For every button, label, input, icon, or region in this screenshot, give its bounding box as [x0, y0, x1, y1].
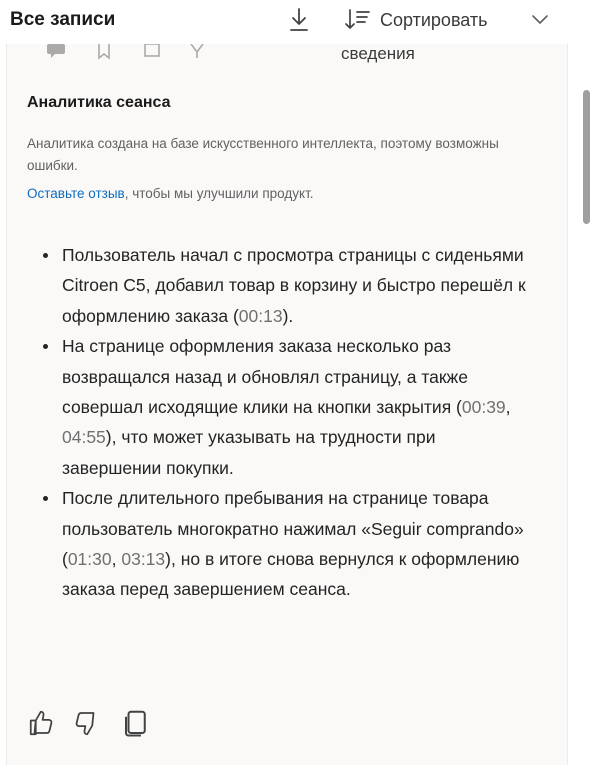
list-item: После длительного пребывания на странице… — [37, 483, 537, 605]
list-item: Пользователь начал с просмотра страницы … — [37, 240, 537, 331]
feedback-link[interactable]: Оставьте отзыв — [27, 186, 125, 201]
sort-button[interactable]: Сортировать — [344, 6, 488, 34]
share-icon[interactable] — [144, 43, 160, 57]
bullet-icon — [43, 496, 48, 502]
feedback-rest: , чтобы мы улучшили продукт. — [124, 186, 314, 201]
page-title: Все записи — [10, 9, 116, 30]
timestamp-link[interactable]: 01:30 — [68, 549, 112, 569]
thumbs-down-icon[interactable] — [71, 708, 101, 738]
bookmark-icon[interactable] — [98, 42, 110, 60]
bullet-icon — [43, 344, 48, 350]
summary-list: Пользователь начал с просмотра страницы … — [37, 240, 537, 605]
chevron-down-icon[interactable] — [528, 10, 552, 30]
person-icon[interactable] — [190, 43, 204, 58]
thumbs-up-icon[interactable] — [27, 708, 57, 738]
scrollbar[interactable] — [576, 44, 598, 765]
chat-icon[interactable] — [47, 44, 65, 58]
timestamp-link[interactable]: 00:39 — [462, 397, 506, 417]
feedback-line: Оставьте отзыв, чтобы мы улучшили продук… — [27, 186, 314, 201]
ai-disclaimer: Аналитика создана на базе искусственного… — [27, 136, 499, 173]
copy-icon[interactable] — [121, 708, 151, 738]
timestamp-link[interactable]: 04:55 — [62, 427, 106, 447]
cut-off-label: сведения — [341, 44, 415, 63]
timestamp-link[interactable]: 00:13 — [239, 306, 283, 326]
timestamp-link[interactable]: 03:13 — [121, 549, 165, 569]
recordings-panel: сведения Аналитика сеанса Аналитика созд… — [0, 0, 598, 765]
page-header: Все записи Сортировать — [0, 0, 598, 44]
sort-icon — [345, 9, 370, 29]
insights-title: Аналитика сеанса — [27, 94, 171, 111]
sort-label: Сортировать — [380, 9, 488, 30]
session-card: сведения Аналитика сеанса Аналитика созд… — [6, 28, 568, 765]
bullet-icon — [43, 253, 48, 258]
scrollbar-thumb[interactable] — [583, 90, 590, 224]
list-item: На странице оформления заказа несколько … — [37, 331, 537, 483]
download-icon[interactable] — [286, 6, 312, 34]
